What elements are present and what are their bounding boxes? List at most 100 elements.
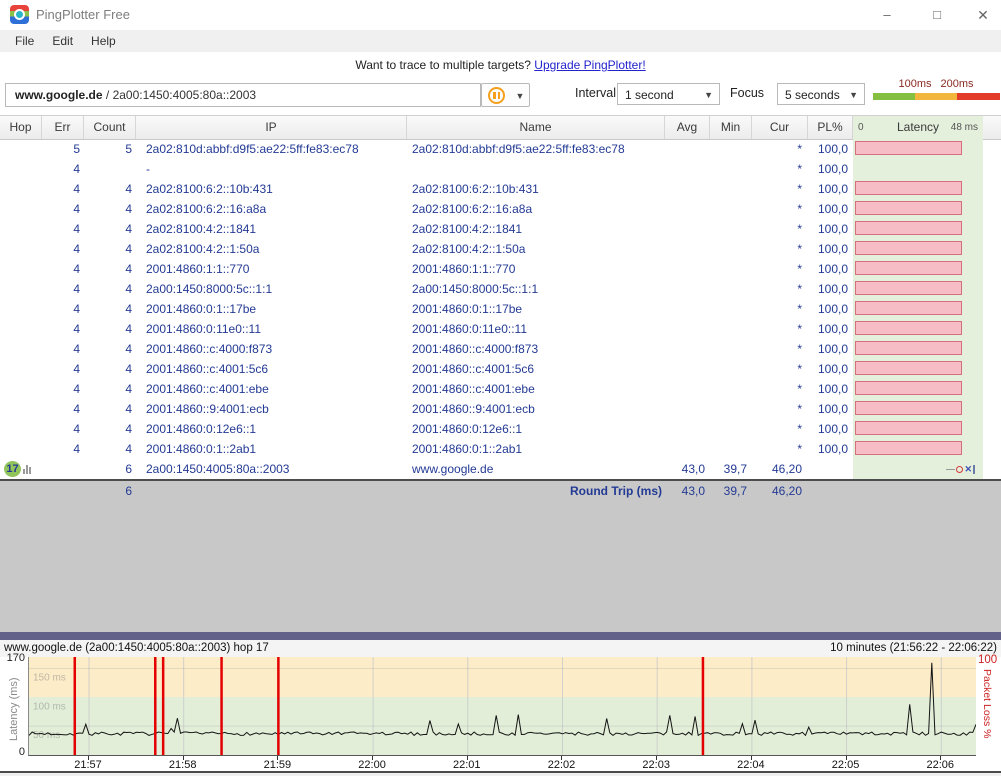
col-hop[interactable]: Hop — [0, 116, 42, 139]
upgrade-link[interactable]: Upgrade PingPlotter! — [534, 58, 645, 72]
pause-dropdown-button[interactable]: ▼ — [511, 83, 530, 107]
rt-label: Round Trip (ms) — [570, 484, 662, 498]
table-row[interactable]: 4 4 2a02:8100:6:2::16:a8a 2a02:8100:6:2::16… — [0, 199, 1001, 219]
latency-cell — [853, 359, 983, 379]
latency-cell — [853, 379, 983, 399]
x-axis-tick-label: 22:02 — [547, 759, 576, 771]
table-row[interactable]: 17 6 2a00:1450:4005:80a::2003 www.google.de… — [0, 459, 1001, 479]
avg-cell — [665, 219, 705, 239]
table-row[interactable]: 5 5 2a02:810d:abbf:d9f5:ae22:5ff:fe83:ec78… — [0, 139, 1001, 159]
table-row[interactable]: 4 4 2a02:8100:4:2::1841 2a02:8100:4:2::1841… — [0, 219, 1001, 239]
ip-cell: 2001:4860:0:1::17be — [146, 302, 257, 316]
table-row[interactable]: 4 4 2a02:8100:4:2::1:50a 2a02:8100:4:2::1:5… — [0, 239, 1001, 259]
min-cell — [710, 199, 747, 219]
min-cell: 39,7 — [723, 462, 747, 476]
maximize-button[interactable]: □ — [922, 4, 952, 26]
target-input[interactable]: www.google.de / 2a00:1450:4005:80a::2003 — [5, 83, 481, 107]
x-axis-tick-label: 21:58 — [168, 759, 197, 771]
minimize-button[interactable]: – — [872, 4, 902, 26]
avg-cell: 43,0 — [681, 462, 705, 476]
interval-select[interactable]: 1 second ▼ — [617, 83, 720, 105]
latency-cell — [853, 279, 983, 299]
count-cell: 4 — [125, 302, 132, 316]
table-row[interactable]: 4 4 2a02:8100:6:2::10b:431 2a02:8100:6:2::1… — [0, 179, 1001, 199]
avg-cell — [665, 379, 705, 399]
min-cell — [710, 399, 747, 419]
min-cell — [710, 319, 747, 339]
y-axis-label: Latency (ms) — [8, 677, 20, 741]
count-cell: 4 — [125, 202, 132, 216]
col-latency[interactable]: 0 Latency 48 ms — [853, 116, 983, 139]
min-cell — [710, 359, 747, 379]
min-cell — [710, 139, 747, 159]
table-row[interactable]: 4 4 2001:4860::c:4000:f873 2001:4860::c:400… — [0, 339, 1001, 359]
table-row[interactable]: 4 4 2001:4860:0:11e0::11 2001:4860:0:11e0::… — [0, 319, 1001, 339]
x-axis-tick-label: 22:01 — [453, 759, 481, 771]
titlebar: PingPlotter Free – □ ✕ — [0, 0, 1001, 30]
err-cell: 4 — [73, 222, 80, 236]
timeline-plot[interactable]: 150 ms 100 ms 50 ms — [28, 657, 976, 756]
name-cell: 2001:4860::9:4001:ecb — [412, 402, 535, 416]
cur-cell: * — [797, 162, 802, 176]
err-cell: 5 — [73, 142, 80, 156]
col-name[interactable]: Name — [407, 116, 665, 139]
count-cell: 4 — [125, 422, 132, 436]
name-cell: 2001:4860:1:1::770 — [412, 262, 516, 276]
hop-cell — [0, 219, 42, 239]
pl-cell: 100,0 — [817, 342, 848, 356]
ip-cell: 2a00:1450:8000:5c::1:1 — [146, 282, 273, 296]
col-avg[interactable]: Avg — [665, 116, 710, 139]
menu-item-file[interactable]: File — [6, 34, 43, 48]
name-cell: 2001:4860:0:1::2ab1 — [412, 442, 523, 456]
x-axis-tick-label: 22:05 — [831, 759, 860, 771]
col-ip[interactable]: IP — [136, 116, 407, 139]
hop-cell — [0, 279, 42, 299]
rt-count: 6 — [125, 484, 132, 498]
table-row[interactable]: 4 4 2001:4860:1:1::770 2001:4860:1:1::770 * 1… — [0, 259, 1001, 279]
table-row[interactable]: 4 4 2001:4860::c:4001:5c6 2001:4860::c:4001… — [0, 359, 1001, 379]
min-cell — [710, 219, 747, 239]
count-cell: 4 — [125, 442, 132, 456]
pause-button[interactable] — [481, 83, 512, 107]
latency-loss-bar — [855, 221, 962, 235]
table-row[interactable]: 4 4 2001:4860:0:12e6::1 2001:4860:0:12e6::1… — [0, 419, 1001, 439]
splitter-handle[interactable] — [0, 632, 1001, 640]
close-button[interactable]: ✕ — [968, 4, 998, 26]
focus-select[interactable]: 5 seconds ▼ — [777, 83, 865, 105]
latency-sample-marker: ✕ — [946, 459, 975, 479]
hop-cell — [0, 419, 42, 439]
hop-table-body: 5 5 2a02:810d:abbf:d9f5:ae22:5ff:fe83:ec78… — [0, 139, 1001, 479]
hop-number-badge: 17 — [4, 461, 21, 477]
col-count[interactable]: Count — [84, 116, 136, 139]
latency-loss-bar — [855, 301, 962, 315]
col-min[interactable]: Min — [710, 116, 752, 139]
table-row[interactable]: 4 - * 100,0 — [0, 159, 1001, 179]
col-err[interactable]: Err — [42, 116, 84, 139]
err-cell: 4 — [73, 242, 80, 256]
interval-label: Interval — [575, 86, 616, 100]
table-row[interactable]: 4 4 2001:4860:0:1::17be 2001:4860:0:1::17be… — [0, 299, 1001, 319]
col-cur[interactable]: Cur — [752, 116, 808, 139]
x-axis-tick-label: 22:06 — [926, 759, 955, 771]
table-row[interactable]: 4 4 2001:4860:0:1::2ab1 2001:4860:0:1::2ab1… — [0, 439, 1001, 459]
err-cell: 4 — [73, 302, 80, 316]
x-axis-tick-label: 22:04 — [737, 759, 765, 771]
table-row[interactable]: 4 4 2001:4860::c:4001:ebe 2001:4860::c:4001… — [0, 379, 1001, 399]
table-row[interactable]: 4 4 2a00:1450:8000:5c::1:1 2a00:1450:8000:5… — [0, 279, 1001, 299]
err-cell: 4 — [73, 322, 80, 336]
ip-cell: 2a02:8100:4:2::1:50a — [146, 242, 260, 256]
col-pl[interactable]: PL% — [808, 116, 853, 139]
latency-cell — [853, 399, 983, 419]
latency-loss-bar — [855, 321, 962, 335]
upgrade-banner: Want to trace to multiple targets? Upgra… — [0, 52, 1001, 78]
cur-cell: * — [797, 382, 802, 396]
pl-cell: 100,0 — [817, 322, 848, 336]
latency-cell — [853, 439, 983, 459]
ip-cell: 2001:4860::9:4001:ecb — [146, 402, 269, 416]
menu-item-help[interactable]: Help — [82, 34, 125, 48]
err-cell — [42, 459, 80, 479]
menu-item-edit[interactable]: Edit — [43, 34, 82, 48]
table-row[interactable]: 4 4 2001:4860::9:4001:ecb 2001:4860::9:4001… — [0, 399, 1001, 419]
count-cell: 4 — [125, 362, 132, 376]
latency-cell — [853, 219, 983, 239]
